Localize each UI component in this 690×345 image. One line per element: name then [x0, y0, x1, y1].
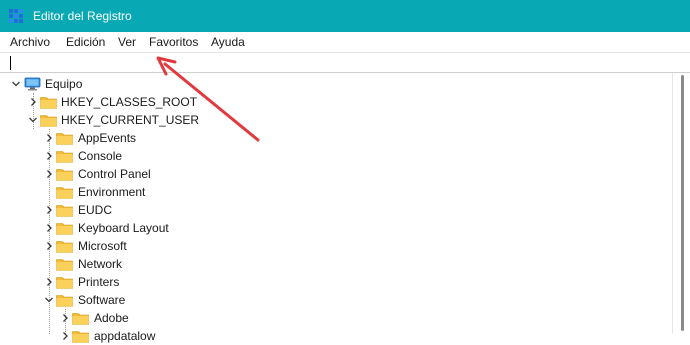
tree-node-microsoft[interactable]: Microsoft [0, 237, 300, 255]
tree-node-console[interactable]: Console [0, 147, 300, 165]
tree-node-label: Microsoft [78, 239, 127, 253]
folder-icon [40, 113, 57, 127]
folder-icon [56, 149, 73, 163]
chevron-right-icon[interactable] [60, 312, 70, 324]
chevron-right-icon[interactable] [44, 132, 54, 144]
chevron-right-icon[interactable] [44, 276, 54, 288]
tree-node-label: Environment [78, 185, 146, 199]
menu-ayuda[interactable]: Ayuda [211, 35, 245, 49]
folder-icon [40, 95, 57, 109]
menu-favoritos[interactable]: Favoritos [149, 35, 198, 49]
chevron-right-icon[interactable] [28, 96, 38, 108]
tree-node-environment[interactable]: Environment [0, 183, 300, 201]
chevron-right-icon[interactable] [44, 204, 54, 216]
chevron-right-icon[interactable] [44, 222, 54, 234]
tree-node-adobe[interactable]: Adobe [0, 309, 300, 327]
tree-node-network[interactable]: Network [0, 255, 300, 273]
tree-node-label: appdatalow [94, 329, 156, 343]
menu-ver[interactable]: Ver [118, 35, 136, 49]
registry-editor-icon [9, 9, 23, 23]
folder-icon [56, 275, 73, 289]
menu-bar: Archivo Edición Ver Favoritos Ayuda [0, 32, 690, 51]
chevron-right-icon[interactable] [60, 330, 70, 342]
tree-node-label: Adobe [94, 311, 129, 325]
tree-node-label: EUDC [78, 203, 113, 217]
tree-node-label: Equipo [45, 77, 83, 91]
chevron-down-icon[interactable] [44, 294, 54, 306]
folder-icon [72, 311, 89, 325]
tree-node-label: Keyboard Layout [78, 221, 169, 235]
registry-tree[interactable]: Equipo HKEY_CLASSES_ROOT HKEY_CURRENT_US… [0, 73, 672, 343]
chevron-down-icon[interactable] [28, 114, 38, 126]
scrollbar-thumb[interactable] [681, 75, 684, 331]
address-bar[interactable] [0, 52, 690, 73]
folder-icon [72, 329, 89, 343]
tree-node-label: Console [78, 149, 123, 163]
tree-node-label: Software [78, 293, 126, 307]
tree-node-label: AppEvents [78, 131, 137, 145]
title-bar[interactable]: Editor del Registro [0, 0, 690, 32]
tree-node-label: HKEY_CLASSES_ROOT [61, 95, 198, 109]
folder-icon [56, 293, 73, 307]
chevron-down-icon[interactable] [11, 78, 21, 90]
tree-node-label: Control Panel [78, 167, 151, 181]
tree-node-label: Network [78, 257, 123, 271]
tree-node-eudc[interactable]: EUDC [0, 201, 300, 219]
window-title: Editor del Registro [33, 9, 132, 23]
folder-icon [56, 131, 73, 145]
tree-node-equipo[interactable]: Equipo [0, 75, 300, 93]
chevron-right-icon[interactable] [44, 240, 54, 252]
tree-node-software[interactable]: Software [0, 291, 300, 309]
tree-node-hkey-current-user[interactable]: HKEY_CURRENT_USER [0, 111, 300, 129]
folder-icon [56, 257, 73, 271]
tree-node-appevents[interactable]: AppEvents [0, 129, 300, 147]
menu-edicion[interactable]: Edición [66, 35, 105, 49]
tree-node-hkey-classes-root[interactable]: HKEY_CLASSES_ROOT [0, 93, 300, 111]
tree-node-appdatalow[interactable]: appdatalow [0, 327, 300, 345]
folder-icon [56, 167, 73, 181]
folder-icon [56, 239, 73, 253]
chevron-right-icon[interactable] [44, 168, 54, 180]
text-caret [10, 56, 11, 70]
menu-archivo[interactable]: Archivo [10, 35, 50, 49]
tree-node-label: HKEY_CURRENT_USER [61, 113, 200, 127]
tree-node-keyboard-layout[interactable]: Keyboard Layout [0, 219, 300, 237]
computer-icon [24, 77, 41, 91]
chevron-right-icon[interactable] [44, 150, 54, 162]
folder-icon [56, 221, 73, 235]
tree-node-printers[interactable]: Printers [0, 273, 300, 291]
folder-icon [56, 203, 73, 217]
tree-node-control-panel[interactable]: Control Panel [0, 165, 300, 183]
folder-icon [56, 185, 73, 199]
vertical-scrollbar[interactable] [672, 73, 690, 334]
tree-node-label: Printers [78, 275, 120, 289]
